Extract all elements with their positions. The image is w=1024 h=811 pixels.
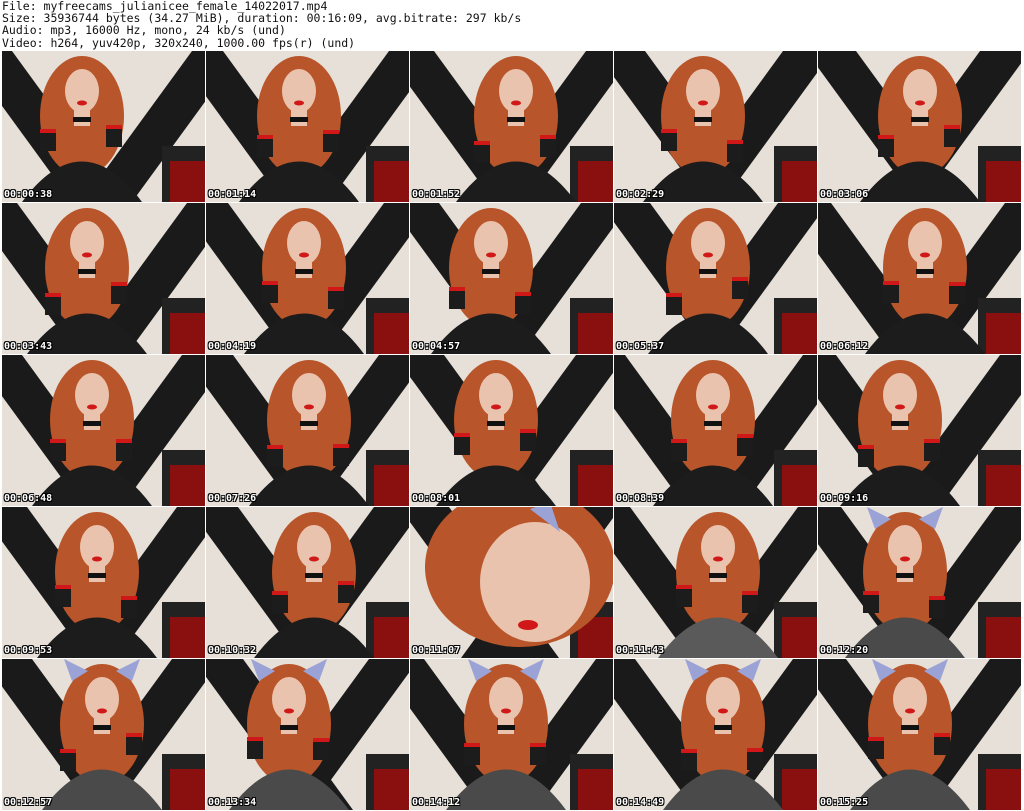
frame-image bbox=[818, 203, 1021, 354]
audio-info-line: Audio: mp3, 16000 Hz, mono, 24 kb/s (und… bbox=[2, 23, 286, 38]
frame-image bbox=[614, 203, 817, 354]
video-thumbnail: 00:06:48 bbox=[2, 355, 205, 506]
frame-image bbox=[2, 355, 205, 506]
file-info-header: File: myfreecams_julianicee_female_14022… bbox=[2, 0, 1022, 49]
video-thumbnail: 00:09:53 bbox=[2, 507, 205, 658]
frame-image bbox=[410, 659, 613, 810]
timestamp-label: 00:08:39 bbox=[616, 493, 665, 504]
video-thumbnail: 00:03:43 bbox=[2, 203, 205, 354]
frame-image bbox=[614, 51, 817, 202]
timestamp-label: 00:04:57 bbox=[412, 341, 461, 352]
frame-image bbox=[206, 51, 409, 202]
video-thumbnail: 00:15:25 bbox=[818, 659, 1021, 810]
video-thumbnail: 00:13:34 bbox=[206, 659, 409, 810]
thumbnail-grid: 00:00:38 00:01:14 00:01:52 00:02:29 00:03:06… bbox=[2, 51, 1022, 811]
video-thumbnail: 00:09:16 bbox=[818, 355, 1021, 506]
video-thumbnail: 00:00:38 bbox=[2, 51, 205, 202]
video-thumbnail: 00:04:19 bbox=[206, 203, 409, 354]
frame-image bbox=[410, 507, 613, 658]
timestamp-label: 00:13:34 bbox=[208, 797, 257, 808]
video-thumbnail: 00:14:12 bbox=[410, 659, 613, 810]
timestamp-label: 00:14:49 bbox=[616, 797, 665, 808]
video-thumbnail: 00:07:26 bbox=[206, 355, 409, 506]
frame-image bbox=[410, 203, 613, 354]
video-thumbnail: 00:08:01 bbox=[410, 355, 613, 506]
video-info-line: Video: h264, yuv420p, 320x240, 1000.00 f… bbox=[2, 35, 356, 50]
frame-image bbox=[206, 507, 409, 658]
timestamp-label: 00:09:16 bbox=[820, 493, 869, 504]
frame-image bbox=[818, 355, 1021, 506]
timestamp-label: 00:06:48 bbox=[4, 493, 53, 504]
frame-image bbox=[206, 659, 409, 810]
timestamp-label: 00:10:32 bbox=[208, 645, 257, 656]
frame-image bbox=[614, 659, 817, 810]
video-thumbnail: 00:10:32 bbox=[206, 507, 409, 658]
timestamp-label: 00:15:25 bbox=[820, 797, 869, 808]
frame-image bbox=[410, 51, 613, 202]
timestamp-label: 00:05:37 bbox=[616, 341, 665, 352]
video-thumbnail: 00:01:52 bbox=[410, 51, 613, 202]
video-thumbnail: 00:06:12 bbox=[818, 203, 1021, 354]
frame-image bbox=[2, 203, 205, 354]
video-thumbnail: 00:02:29 bbox=[614, 51, 817, 202]
frame-image bbox=[614, 355, 817, 506]
frame-image bbox=[206, 203, 409, 354]
frame-image bbox=[818, 507, 1021, 658]
video-thumbnail: 00:14:49 bbox=[614, 659, 817, 810]
timestamp-label: 00:01:52 bbox=[412, 189, 461, 200]
frame-image bbox=[818, 51, 1021, 202]
video-thumbnail: 00:12:57 bbox=[2, 659, 205, 810]
frame-image bbox=[818, 659, 1021, 810]
timestamp-label: 00:09:53 bbox=[4, 645, 53, 656]
timestamp-label: 00:14:12 bbox=[412, 797, 461, 808]
frame-image bbox=[206, 355, 409, 506]
video-thumbnail: 00:08:39 bbox=[614, 355, 817, 506]
frame-image bbox=[410, 355, 613, 506]
video-thumbnail: 00:11:07 bbox=[410, 507, 613, 658]
video-thumbnail: 00:01:14 bbox=[206, 51, 409, 202]
frame-image bbox=[2, 51, 205, 202]
timestamp-label: 00:07:26 bbox=[208, 493, 257, 504]
timestamp-label: 00:11:07 bbox=[412, 645, 461, 656]
timestamp-label: 00:11:43 bbox=[616, 645, 665, 656]
video-thumbnail: 00:05:37 bbox=[614, 203, 817, 354]
timestamp-label: 00:12:57 bbox=[4, 797, 53, 808]
timestamp-label: 00:12:20 bbox=[820, 645, 869, 656]
timestamp-label: 00:08:01 bbox=[412, 493, 461, 504]
timestamp-label: 00:03:43 bbox=[4, 341, 53, 352]
timestamp-label: 00:00:38 bbox=[4, 189, 53, 200]
timestamp-label: 00:06:12 bbox=[820, 341, 869, 352]
timestamp-label: 00:03:06 bbox=[820, 189, 869, 200]
frame-image bbox=[614, 507, 817, 658]
timestamp-label: 00:04:19 bbox=[208, 341, 257, 352]
frame-image bbox=[2, 659, 205, 810]
video-thumbnail: 00:04:57 bbox=[410, 203, 613, 354]
video-thumbnail: 00:11:43 bbox=[614, 507, 817, 658]
timestamp-label: 00:01:14 bbox=[208, 189, 257, 200]
video-thumbnail: 00:12:20 bbox=[818, 507, 1021, 658]
video-thumbnail: 00:03:06 bbox=[818, 51, 1021, 202]
timestamp-label: 00:02:29 bbox=[616, 189, 665, 200]
frame-image bbox=[2, 507, 205, 658]
